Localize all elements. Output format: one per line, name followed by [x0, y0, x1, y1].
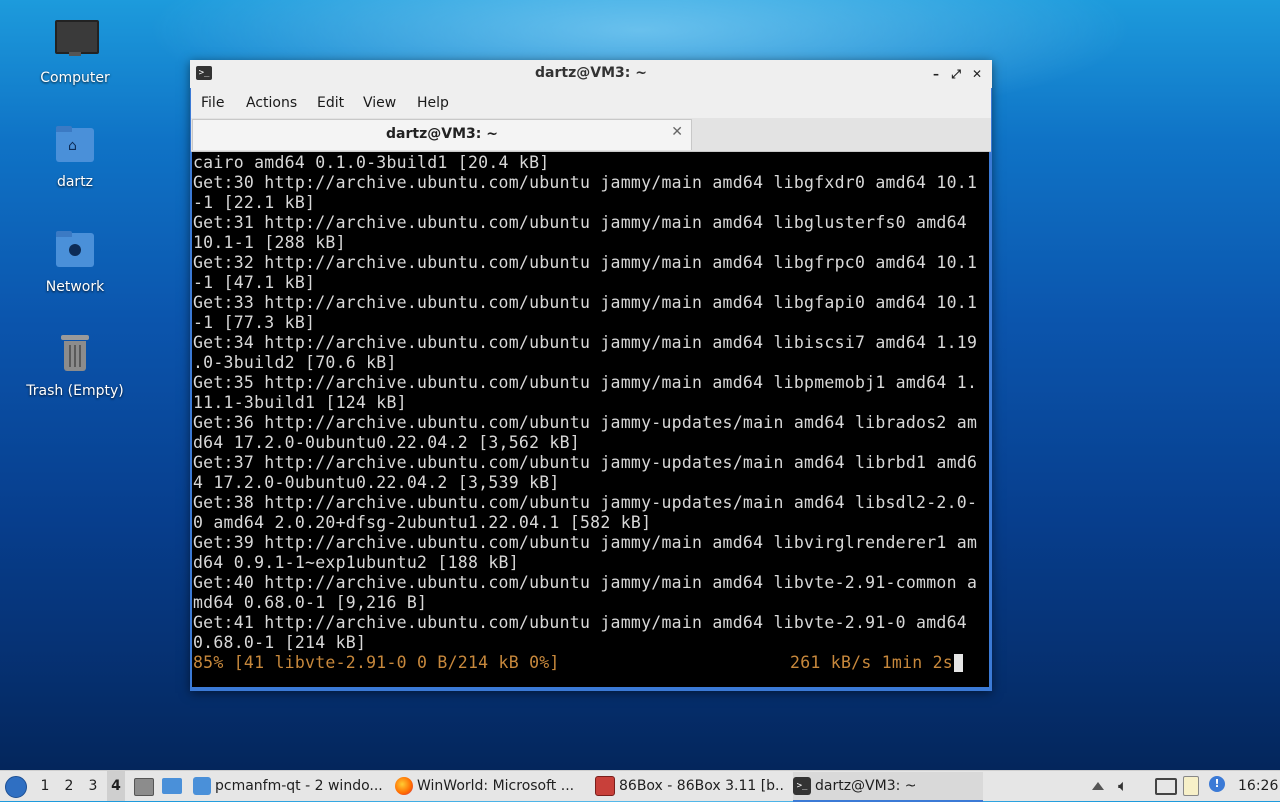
tab-title: dartz@VM3: ~ — [386, 126, 498, 142]
speaker-icon: 🔈︎ — [1118, 776, 1128, 795]
terminal-line: Get:38 http://archive.ubuntu.com/ubuntu … — [193, 493, 978, 512]
terminal-line: -1 [77.3 kB] — [193, 313, 316, 332]
folder-icon — [162, 778, 182, 794]
terminal-window: >_ dartz@VM3: ~ – ⤢ ✕ File Actions Edit … — [190, 60, 992, 691]
update-tray-button[interactable]: ! — [1209, 776, 1229, 796]
terminal-line: cairo amd64 0.1.0-3build1 [20.4 kB] — [193, 153, 550, 172]
lubuntu-logo-icon — [5, 776, 27, 798]
tab-bar: dartz@VM3: ~ ✕ — [191, 118, 991, 152]
tray-expand-button[interactable] — [1092, 778, 1106, 794]
terminal-line: Get:40 http://archive.ubuntu.com/ubuntu … — [193, 573, 978, 592]
task-label: dartz@VM3: ~ — [815, 778, 917, 794]
terminal-line: d64 17.2.0-0ubuntu0.22.04.2 [3,562 kB] — [193, 433, 580, 452]
menu-bar: File Actions Edit View Help — [191, 88, 991, 118]
terminal-line: Get:33 http://archive.ubuntu.com/ubuntu … — [193, 293, 978, 312]
firefox-icon — [395, 777, 413, 795]
folder-icon — [193, 777, 211, 795]
terminal-line: Get:31 http://archive.ubuntu.com/ubuntu … — [193, 213, 967, 232]
progress-status-left: 85% [41 libvte-2.91-0 0 B/214 kB 0%] — [193, 653, 560, 672]
terminal-line: Get:37 http://archive.ubuntu.com/ubuntu … — [193, 453, 978, 472]
clock[interactable]: 16:26 — [1238, 771, 1278, 801]
network-icon — [1155, 778, 1177, 795]
terminal-output[interactable]: cairo amd64 0.1.0-3build1 [20.4 kB] Get:3… — [192, 152, 989, 687]
volume-button[interactable]: 🔈︎ — [1118, 777, 1138, 795]
menu-help[interactable]: Help — [417, 95, 449, 111]
maximize-button[interactable]: ⤢ — [948, 66, 964, 82]
trash-icon — [51, 331, 99, 379]
terminal-line: Get:39 http://archive.ubuntu.com/ubuntu … — [193, 533, 978, 552]
minimize-button[interactable]: – — [928, 66, 944, 82]
desktop-icon-label: Computer — [40, 70, 110, 86]
tab-close-icon[interactable]: ✕ — [671, 124, 683, 140]
menu-view[interactable]: View — [363, 95, 396, 111]
chevron-up-icon — [1092, 782, 1104, 790]
terminal-icon: >_ — [793, 777, 811, 795]
terminal-line: .0-3build2 [70.6 kB] — [193, 353, 397, 372]
window-title: dartz@VM3: ~ — [535, 65, 647, 81]
86box-icon — [595, 776, 615, 796]
desktop-switch-2[interactable]: 2 — [60, 771, 78, 801]
clipboard-tray-button[interactable] — [1183, 776, 1203, 796]
network-tray-button[interactable] — [1155, 777, 1177, 795]
file-manager-launcher[interactable] — [162, 777, 184, 795]
desktop-icon-trash[interactable]: Trash (Empty) — [25, 331, 125, 399]
terminal-line: 0.68.0-1 [214 kB] — [193, 633, 367, 652]
terminal-line: Get:41 http://archive.ubuntu.com/ubuntu … — [193, 613, 967, 632]
terminal-line: Get:30 http://archive.ubuntu.com/ubuntu … — [193, 173, 978, 192]
task-pcmanfm[interactable]: pcmanfm-qt - 2 windo... — [193, 772, 385, 800]
computer-icon — [51, 18, 99, 66]
task-label: WinWorld: Microsoft ... — [417, 778, 575, 794]
clipboard-icon — [1183, 776, 1199, 796]
task-terminal[interactable]: >_ dartz@VM3: ~ — [793, 772, 983, 802]
menu-edit[interactable]: Edit — [317, 95, 344, 111]
terminal-line: 4 17.2.0-0ubuntu0.22.04.2 [3,539 kB] — [193, 473, 560, 492]
start-menu-button[interactable] — [5, 774, 27, 798]
terminal-lines: cairo amd64 0.1.0-3build1 [20.4 kB] Get:3… — [193, 153, 977, 653]
terminal-line: Get:35 http://archive.ubuntu.com/ubuntu … — [193, 373, 978, 392]
menu-actions[interactable]: Actions — [246, 95, 297, 111]
terminal-line: -1 [47.1 kB] — [193, 273, 316, 292]
terminal-line: d64 0.9.1-1~exp1ubuntu2 [188 kB] — [193, 553, 519, 572]
desktop-icon-network[interactable]: Network — [25, 227, 125, 295]
terminal-cursor — [954, 654, 963, 672]
terminal-line: 0 amd64 2.0.20+dfsg-2ubuntu1.22.04.1 [58… — [193, 513, 652, 532]
task-86box[interactable]: 86Box - 86Box 3.11 [b... — [595, 772, 785, 800]
desktop-switch-4[interactable]: 4 — [107, 771, 125, 801]
desktop-icon-label: Network — [45, 279, 105, 295]
menu-file[interactable]: File — [201, 95, 224, 111]
desktop-icon-home[interactable]: ⌂ dartz — [25, 122, 125, 190]
terminal-line: -1 [22.1 kB] — [193, 193, 316, 212]
terminal-line: Get:34 http://archive.ubuntu.com/ubuntu … — [193, 333, 978, 352]
show-desktop-button[interactable] — [134, 777, 154, 796]
task-label: 86Box - 86Box 3.11 [b... — [619, 778, 785, 794]
task-firefox[interactable]: WinWorld: Microsoft ... — [395, 772, 585, 800]
update-notifier-icon: ! — [1209, 776, 1225, 792]
terminal-line: Get:32 http://archive.ubuntu.com/ubuntu … — [193, 253, 978, 272]
tab-terminal[interactable]: dartz@VM3: ~ ✕ — [192, 119, 692, 150]
terminal-line: 10.1-1 [288 kB] — [193, 233, 346, 252]
close-button[interactable]: ✕ — [969, 66, 985, 82]
desktop-switch-3[interactable]: 3 — [84, 771, 102, 801]
taskbar: 1 2 3 4 pcmanfm-qt - 2 windo... WinWorld… — [0, 770, 1280, 802]
terminal-line: Get:36 http://archive.ubuntu.com/ubuntu … — [193, 413, 978, 432]
desktop-icon-label: dartz — [56, 174, 94, 190]
terminal-line: 11.1-3build1 [124 kB] — [193, 393, 407, 412]
terminal-line: md64 0.68.0-1 [9,216 B] — [193, 593, 428, 612]
window-titlebar[interactable]: >_ dartz@VM3: ~ – ⤢ ✕ — [190, 60, 992, 88]
desktop-icon-computer[interactable]: Computer — [25, 18, 125, 86]
desktop-icon-label: Trash (Empty) — [26, 383, 124, 399]
desktop-icon — [134, 778, 154, 796]
home-folder-icon: ⌂ — [51, 122, 99, 170]
progress-status-right: 261 kB/s 1min 2s — [790, 653, 953, 672]
network-folder-icon — [51, 227, 99, 275]
terminal-progress-line: 85% [41 libvte-2.91-0 0 B/214 kB 0%] 261 … — [193, 653, 963, 673]
task-label: pcmanfm-qt - 2 windo... — [215, 778, 383, 794]
desktop-switch-1[interactable]: 1 — [36, 771, 54, 801]
